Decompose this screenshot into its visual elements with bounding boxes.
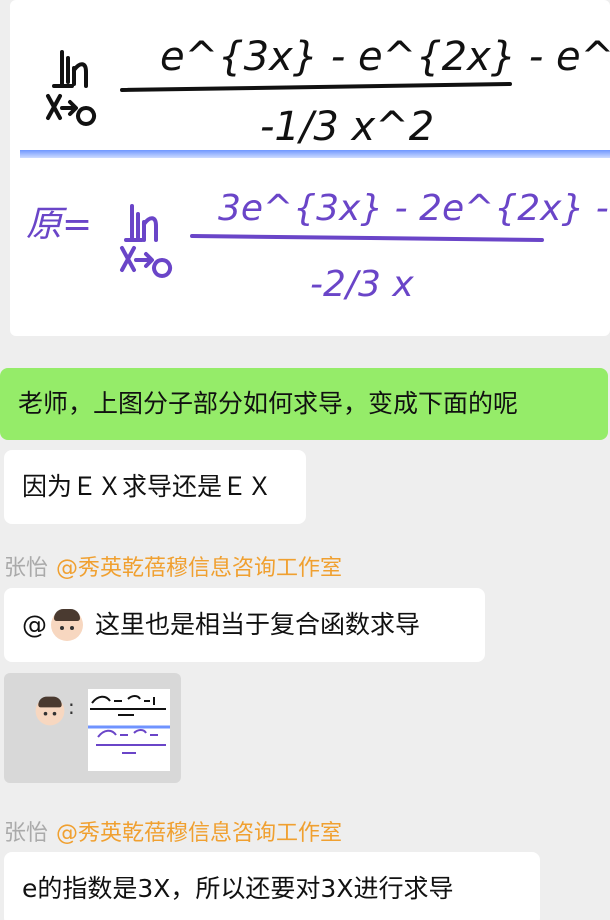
sender-name: 张怡 <box>4 821 49 846</box>
avatar-emoji-icon <box>51 609 83 641</box>
handwritten-formula: e^{3x} - e^{2x} - e^x + 1 -1/3 x^2 原= 3e… <box>26 34 610 305</box>
formula-numerator-1: e^{3x} - e^{2x} - e^x + 1 <box>160 34 610 80</box>
message-bubble-green[interactable]: 老师，上图分子部分如何求导，变成下面的呢 <box>0 368 608 440</box>
message-bubble-last[interactable]: e的指数是3X，所以还要对3X进行求导 <box>4 852 540 920</box>
message-text: 因为ＥＸ求导还是ＥＸ <box>22 472 273 501</box>
formula-denominator-2: -2/3 x <box>310 264 414 305</box>
formula-denominator-1: -1/3 x^2 <box>260 104 434 150</box>
formula-numerator-2: 3e^{3x} - 2e^{2x} - e^x <box>218 188 610 229</box>
sender-line: 张怡 @秀英乾蓓穆信息咨询工作室 <box>4 550 342 582</box>
at-symbol: @ <box>22 610 47 639</box>
sender-name: 张怡 <box>4 556 49 581</box>
thumbnail-image[interactable] <box>88 689 170 771</box>
math-image-message[interactable]: e^{3x} - e^{2x} - e^x + 1 -1/3 x^2 原= 3e… <box>10 0 610 336</box>
message-text: 这里也是相当于复合函数求导 <box>95 610 421 639</box>
formula-prefix: 原= <box>26 204 92 245</box>
mention-link[interactable]: @秀英乾蓓穆信息咨询工作室 <box>56 556 342 581</box>
thumbnail-formula <box>88 695 170 754</box>
avatar-emoji-icon <box>35 696 65 726</box>
quote-colon: : <box>68 695 75 719</box>
mention-link[interactable]: @秀英乾蓓穆信息咨询工作室 <box>56 821 342 846</box>
chat-screen: e^{3x} - e^{2x} - e^x + 1 -1/3 x^2 原= 3e… <box>0 0 610 920</box>
sender-line: 张怡 @秀英乾蓓穆信息咨询工作室 <box>4 815 342 847</box>
message-bubble-reply[interactable]: 因为ＥＸ求导还是ＥＸ <box>4 450 306 524</box>
quoted-image-card[interactable]: : <box>4 673 181 783</box>
message-text: e的指数是3X，所以还要对3X进行求导 <box>22 874 454 903</box>
message-bubble-mention[interactable]: @ 这里也是相当于复合函数求导 <box>4 588 485 662</box>
message-text: 老师，上图分子部分如何求导，变成下面的呢 <box>18 389 519 418</box>
